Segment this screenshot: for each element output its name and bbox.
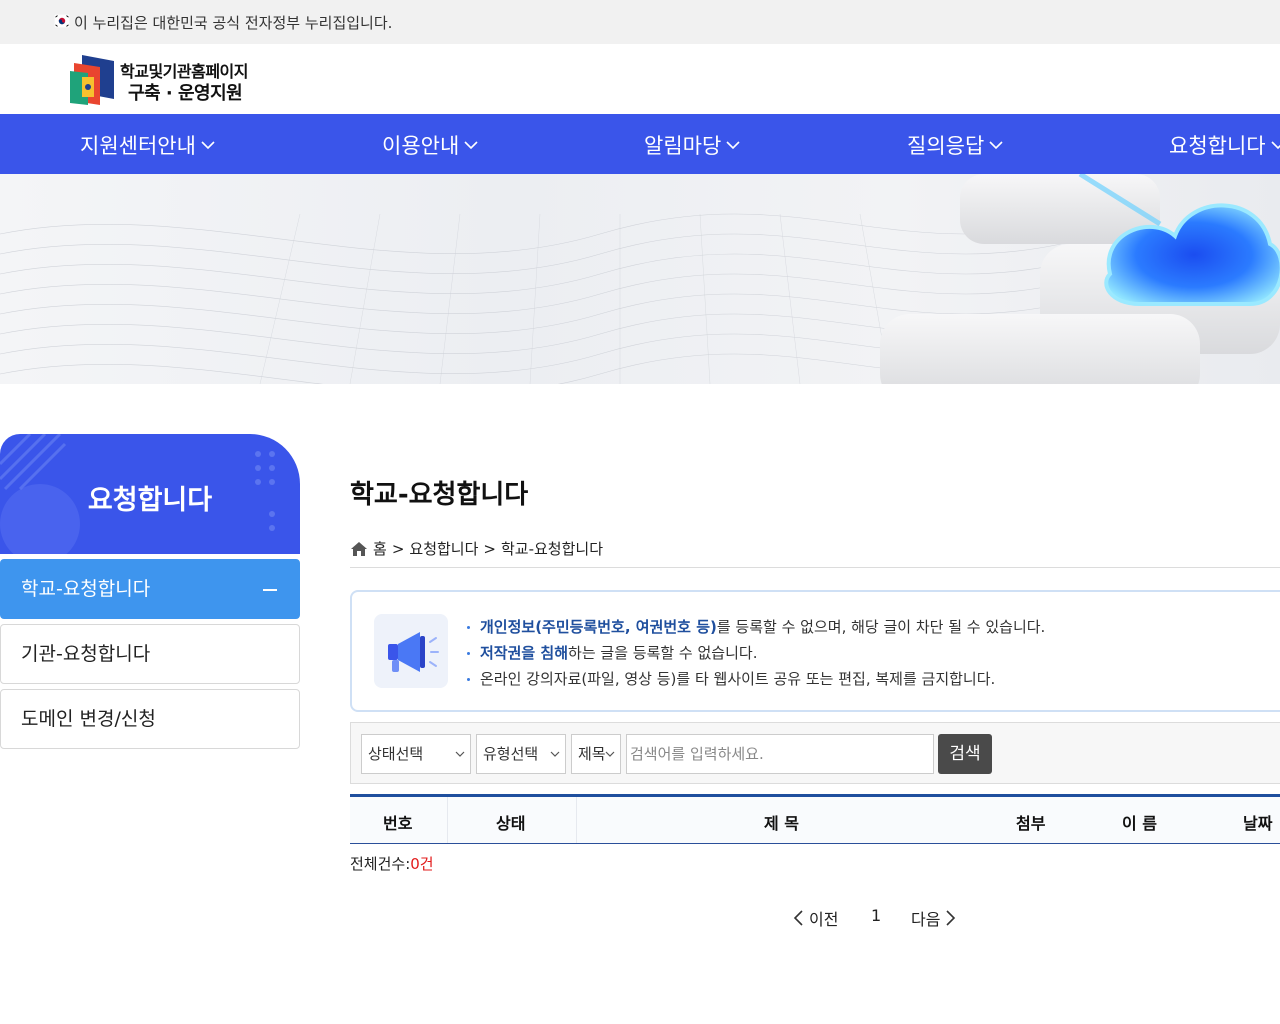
status-select[interactable]: 상태선택 bbox=[361, 734, 471, 774]
column-header-attachment: 첨부 bbox=[1016, 814, 1046, 833]
gnb-item-usage-guide[interactable]: 이용안내 bbox=[382, 130, 479, 160]
chevron-down-icon bbox=[550, 751, 560, 757]
chevron-right-icon bbox=[946, 910, 956, 926]
sidebar-item-org-request[interactable]: 기관-요청합니다 bbox=[0, 624, 300, 684]
chevron-down-icon bbox=[464, 141, 478, 150]
chevron-down-icon bbox=[605, 751, 615, 757]
hero-banner bbox=[0, 174, 1280, 384]
breadcrumb-home[interactable]: 홈 bbox=[373, 538, 387, 559]
notice-item: 저작권을 침해하는 글을 등록할 수 없습니다. bbox=[467, 640, 1045, 666]
sidebar-title: 요청합니다 bbox=[87, 485, 213, 516]
gnb-item-label: 지원센터안내 bbox=[80, 134, 196, 158]
pagination-next[interactable]: 다음 bbox=[911, 906, 957, 930]
gnb-item-label: 질의응답 bbox=[907, 134, 985, 158]
logo-text-line2[interactable]: 구축 · 운영지원 bbox=[128, 79, 243, 105]
pagination-prev[interactable]: 이전 bbox=[792, 906, 838, 930]
notice-icon-box bbox=[374, 614, 448, 688]
notice-item: 개인정보(주민등록번호, 여권번호 등)를 등록할 수 없으며, 해당 글이 차… bbox=[467, 614, 1045, 640]
chevron-down-icon bbox=[201, 141, 215, 150]
search-field-select[interactable]: 제목 bbox=[571, 734, 621, 774]
column-header-name: 이 름 bbox=[1122, 814, 1158, 833]
chevron-left-icon bbox=[793, 910, 803, 926]
gnb-item-notice-board[interactable]: 알림마당 bbox=[644, 130, 741, 160]
breadcrumb: 홈 > 요청합니다 > 학교-요청합니다 bbox=[350, 538, 603, 559]
gnb-item-support-center[interactable]: 지원센터안내 bbox=[80, 130, 216, 160]
gnb-item-requests[interactable]: 요청합니다 bbox=[1169, 130, 1280, 160]
search-input[interactable]: 검색어를 입력하세요. bbox=[626, 734, 934, 774]
column-header-date: 날짜 bbox=[1243, 814, 1273, 833]
pagination-prev-label: 이전 bbox=[809, 910, 839, 929]
sidebar-header: 요청합니다 bbox=[0, 434, 300, 554]
gnb-item-label: 알림마당 bbox=[644, 134, 722, 158]
notice-item: 온라인 강의자료(파일, 영상 등)를 타 웹사이트 공유 또는 편집, 복제를… bbox=[467, 666, 1045, 692]
gov-banner: 이 누리집은 대한민국 공식 전자정부 누리집입니다. bbox=[0, 0, 1280, 44]
column-header-status: 상태 bbox=[496, 814, 526, 833]
sidebar-item-label: 학교-요청합니다 bbox=[21, 578, 151, 600]
korea-flag-icon bbox=[54, 14, 70, 28]
main-navigation: 지원센터안내 이용안내 알림마당 질의응답 요청합니다 bbox=[0, 114, 1280, 174]
total-count: 전체건수:0건 bbox=[350, 853, 434, 874]
status-select-value: 상태선택 bbox=[368, 745, 424, 763]
sidebar-item-label: 기관-요청합니다 bbox=[21, 643, 151, 665]
search-field-select-value: 제목 bbox=[578, 745, 606, 763]
breadcrumb-level1[interactable]: 요청합니다 bbox=[409, 538, 478, 559]
notice-box: 개인정보(주민등록번호, 여권번호 등)를 등록할 수 없으며, 해당 글이 차… bbox=[350, 590, 1280, 712]
chevron-down-icon bbox=[989, 141, 1003, 150]
notice-highlight: 개인정보(주민등록번호, 여권번호 등) bbox=[480, 618, 717, 636]
chevron-down-icon bbox=[1271, 141, 1280, 150]
breadcrumb-separator: > bbox=[483, 539, 496, 558]
total-count-value: 0건 bbox=[410, 855, 434, 873]
sidebar-item-label: 도메인 변경/신청 bbox=[21, 708, 156, 730]
pagination-page-current[interactable]: 1 bbox=[871, 906, 881, 925]
sidebar-item-school-request[interactable]: 학교-요청합니다 bbox=[0, 559, 300, 619]
notice-text: 온라인 강의자료(파일, 영상 등)를 타 웹사이트 공유 또는 편집, 복제를… bbox=[480, 670, 996, 688]
breadcrumb-separator: > bbox=[391, 539, 405, 558]
total-count-label: 전체건수: bbox=[350, 855, 411, 873]
page-title: 학교-요청합니다 bbox=[350, 480, 529, 510]
notice-highlight: 저작권을 침해 bbox=[480, 644, 569, 662]
notice-text: 를 등록할 수 없으며, 해당 글이 차단 될 수 있습니다. bbox=[716, 618, 1046, 636]
home-icon[interactable] bbox=[350, 541, 368, 557]
column-divider bbox=[576, 797, 577, 843]
search-form: 상태선택 유형선택 제목 검색어를 입력하세요. 검색 bbox=[350, 722, 1280, 784]
chevron-down-icon bbox=[726, 141, 740, 150]
breadcrumb-divider bbox=[350, 567, 1280, 568]
chevron-down-icon bbox=[455, 751, 465, 757]
hero-wave-grid-image bbox=[0, 174, 1280, 384]
pagination-next-label: 다음 bbox=[911, 910, 941, 929]
gnb-item-qna[interactable]: 질의응답 bbox=[907, 130, 1004, 160]
type-select-value: 유형선택 bbox=[483, 745, 539, 763]
notice-list: 개인정보(주민등록번호, 여권번호 등)를 등록할 수 없으며, 해당 글이 차… bbox=[467, 614, 1045, 692]
sidebar-item-domain-change[interactable]: 도메인 변경/신청 bbox=[0, 689, 300, 749]
breadcrumb-level2[interactable]: 학교-요청합니다 bbox=[501, 538, 603, 559]
site-header: 학교및기관홈페이지 구축 · 운영지원 bbox=[0, 44, 1280, 114]
search-button[interactable]: 검색 bbox=[938, 734, 992, 774]
column-divider bbox=[447, 797, 448, 843]
table-header: 번호 상태 제 목 첨부 이 름 날짜 bbox=[350, 794, 1280, 844]
site-logo-icon[interactable] bbox=[70, 55, 114, 105]
type-select[interactable]: 유형선택 bbox=[476, 734, 566, 774]
gnb-item-label: 이용안내 bbox=[382, 134, 460, 158]
pagination-page-number: 1 bbox=[871, 906, 882, 925]
minus-icon bbox=[263, 589, 277, 591]
column-header-title: 제 목 bbox=[764, 814, 800, 833]
megaphone-icon bbox=[388, 632, 439, 672]
gnb-item-label: 요청합니다 bbox=[1169, 134, 1266, 158]
column-header-number: 번호 bbox=[383, 814, 413, 833]
notice-text: 하는 글을 등록할 수 없습니다. bbox=[568, 644, 758, 662]
gov-banner-text: 이 누리집은 대한민국 공식 전자정부 누리집입니다. bbox=[74, 14, 393, 32]
